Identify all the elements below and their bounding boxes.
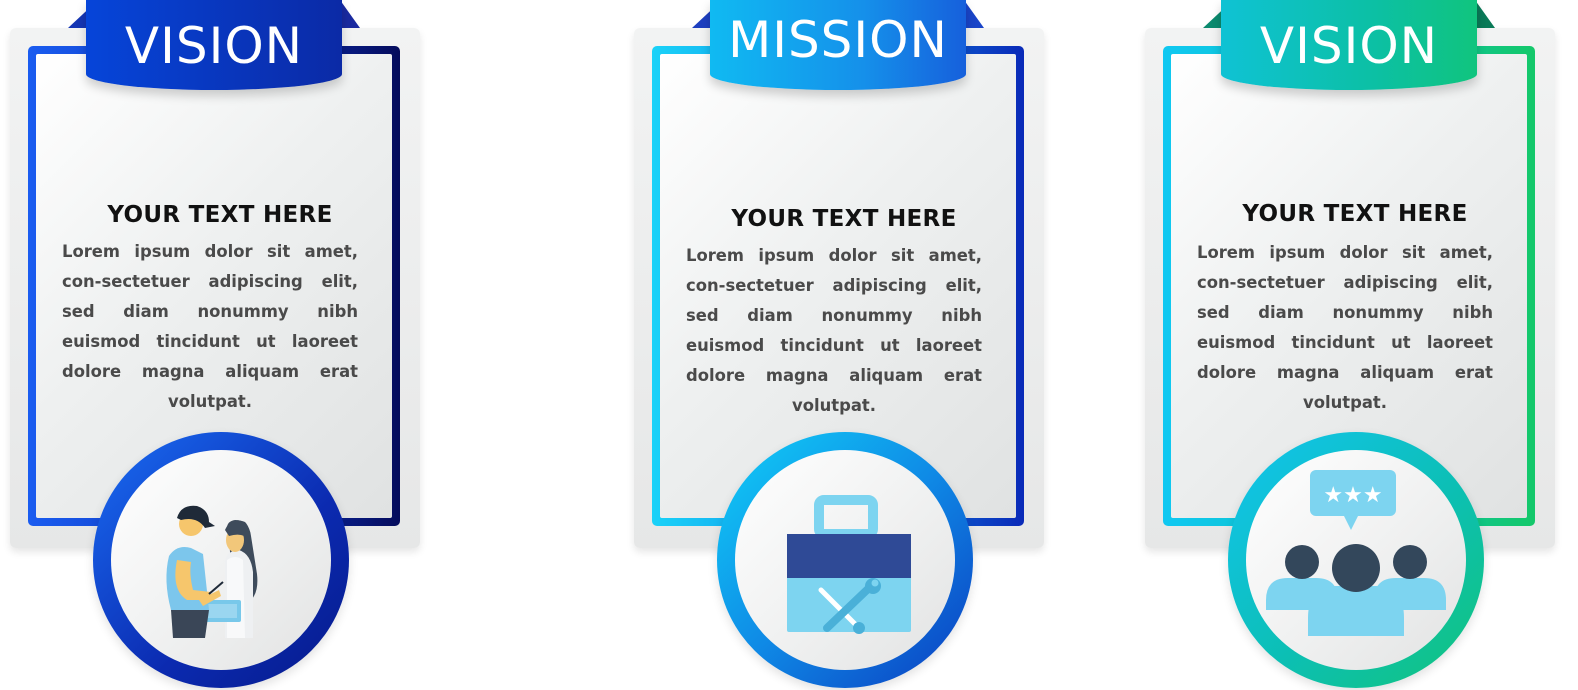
icon-ring <box>717 432 973 688</box>
card-vision-1: VISION YOUR TEXT HERE Lorem ipsum dolor … <box>10 0 430 690</box>
banner-mission: MISSION <box>710 0 966 90</box>
icon-ring-inner <box>111 450 331 670</box>
card-heading: YOUR TEXT HERE <box>731 206 957 232</box>
card-heading: YOUR TEXT HERE <box>1242 201 1468 227</box>
icon-ring-inner: ★★★ <box>1246 450 1466 670</box>
card-body-text: Lorem ipsum dolor sit amet, con-sectetue… <box>686 246 982 415</box>
team-rating-icon: ★★★ <box>1266 470 1446 636</box>
banner-fold-right <box>964 0 984 28</box>
card-heading: YOUR TEXT HERE <box>107 202 333 228</box>
card-vision-2: VISION YOUR TEXT HERE Lorem ipsum dolor … <box>1145 0 1565 690</box>
banner-title: VISION <box>124 17 304 75</box>
card-mission: MISSION YOUR TEXT HERE Lorem ipsum dolor… <box>634 0 1054 690</box>
banner-fold-right <box>1475 0 1495 28</box>
icon-ring: ★★★ <box>1228 432 1484 688</box>
card-body-text: Lorem ipsum dolor sit amet, con-sectetue… <box>62 242 358 411</box>
banner-vision: VISION <box>86 0 342 90</box>
banner-fold-right <box>340 0 360 28</box>
svg-text:★★★: ★★★ <box>1323 483 1382 508</box>
banner-vision: VISION <box>1221 0 1477 90</box>
toolbox-icon <box>787 495 911 634</box>
banner-title: VISION <box>1259 17 1439 75</box>
icon-ring-inner <box>735 450 955 670</box>
icon-ring <box>93 432 349 688</box>
banner-title: MISSION <box>728 11 948 69</box>
people-checklist-icon <box>166 505 258 638</box>
card-body-text: Lorem ipsum dolor sit amet, con-sectetue… <box>1197 243 1493 412</box>
